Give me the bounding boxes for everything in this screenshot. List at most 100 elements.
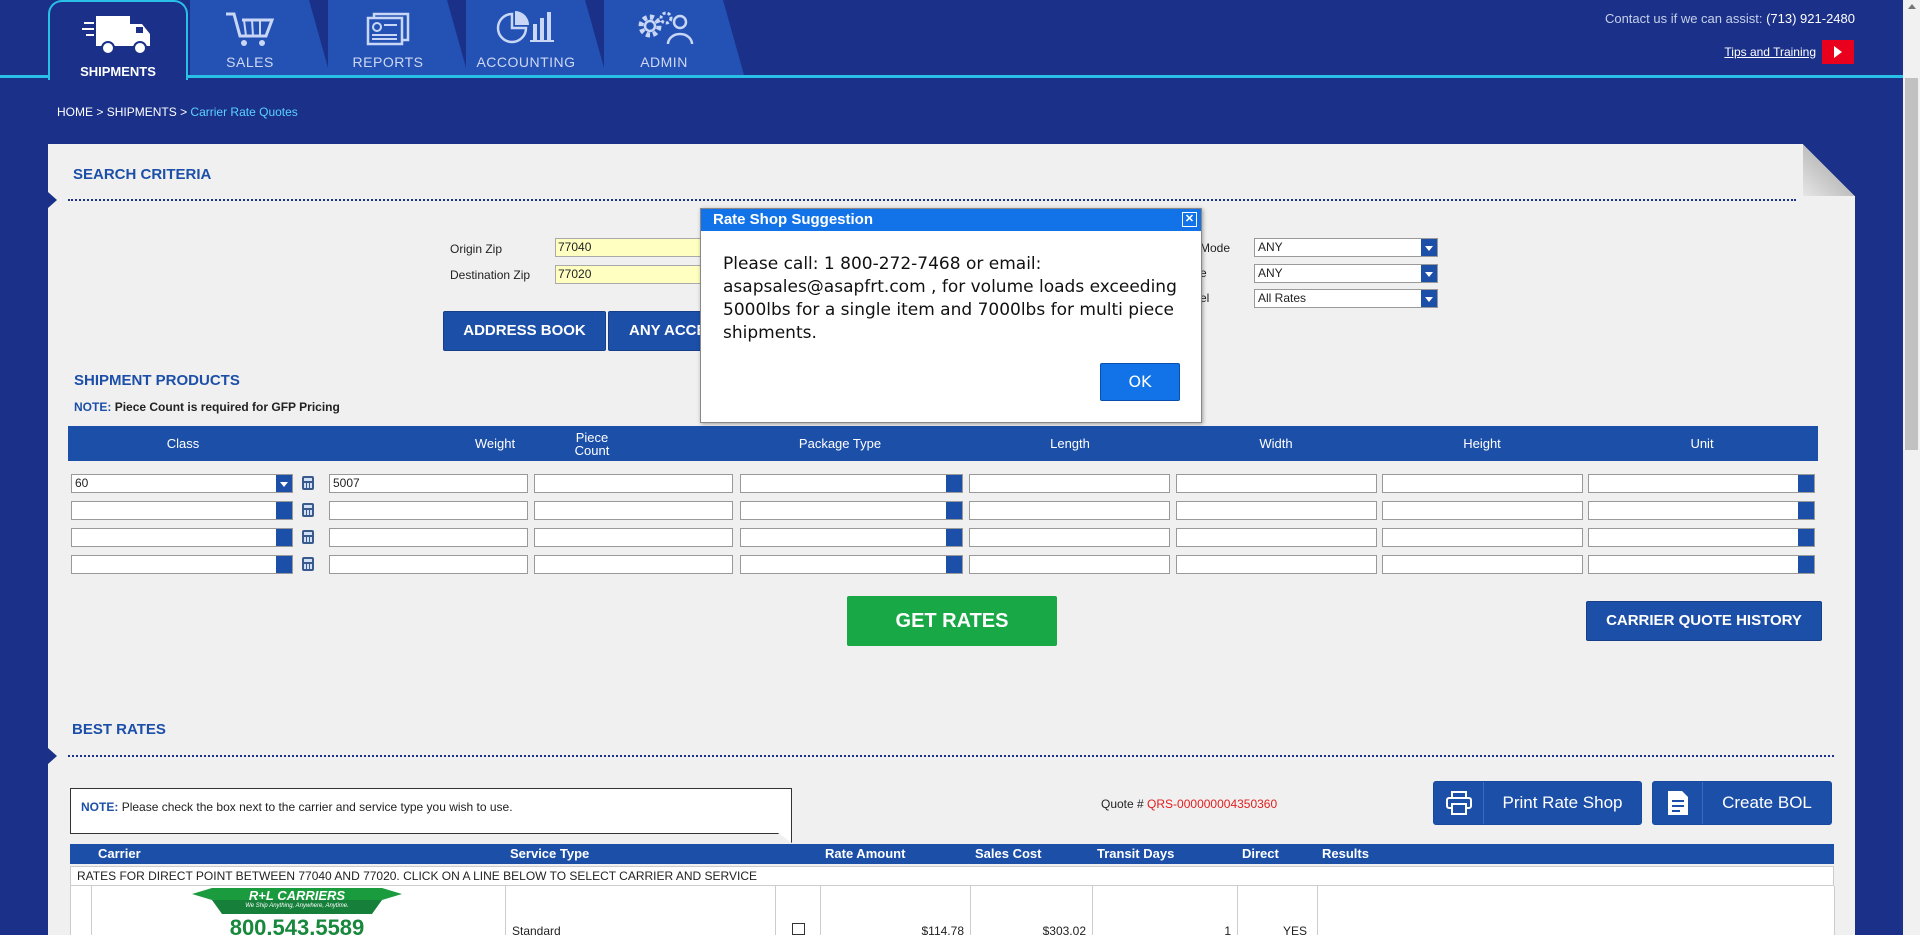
carrier-quote-history-button[interactable]: CARRIER QUOTE HISTORY — [1586, 601, 1822, 641]
unit-select[interactable] — [1588, 501, 1815, 520]
origin-zip-input[interactable]: 77040 — [555, 238, 705, 257]
dialog-title: Rate Shop Suggestion — [713, 211, 874, 228]
calculator-icon[interactable] — [302, 503, 314, 517]
calculator-icon[interactable] — [302, 476, 314, 490]
type-select[interactable]: ANY — [1254, 264, 1438, 283]
rate-cell: $114.78 — [820, 886, 970, 935]
scroll-up-icon[interactable] — [1908, 4, 1916, 9]
chevron-down-icon[interactable] — [1421, 239, 1437, 256]
note-label: NOTE: — [74, 400, 112, 414]
height-input[interactable] — [1382, 501, 1583, 520]
ok-button[interactable]: OK — [1100, 363, 1180, 401]
chevron-down-icon[interactable] — [276, 556, 292, 573]
get-rates-button[interactable]: GET RATES — [847, 596, 1057, 646]
col-transit-days: Transit Days — [1097, 846, 1175, 861]
create-bol-button[interactable]: Create BOL — [1652, 781, 1832, 825]
play-icon[interactable] — [1822, 40, 1854, 64]
col-piece: Piece — [575, 429, 609, 445]
breadcrumb-shipments[interactable]: SHIPMENTS — [107, 105, 177, 119]
tab-label: SALES — [226, 54, 274, 70]
width-input[interactable] — [1176, 501, 1377, 520]
unit-select[interactable] — [1588, 528, 1815, 547]
chevron-down-icon[interactable] — [276, 502, 292, 519]
tab-sales[interactable]: SALES — [190, 0, 330, 75]
table-row[interactable]: R+L CARRIERS We Ship Anything, Anywhere,… — [70, 886, 1835, 935]
class-select[interactable]: 60 — [71, 474, 293, 493]
note-label: NOTE: — [81, 800, 119, 814]
address-book-button[interactable]: ADDRESS BOOK — [443, 311, 606, 351]
chevron-down-icon[interactable] — [1421, 290, 1437, 307]
chevron-down-icon[interactable] — [1798, 529, 1814, 546]
width-input[interactable] — [1176, 528, 1377, 547]
piece-count-input[interactable] — [534, 555, 733, 574]
page-scrollbar[interactable] — [1903, 0, 1920, 935]
breadcrumb-current: Carrier Rate Quotes — [190, 105, 298, 119]
weight-input[interactable] — [329, 528, 528, 547]
weight-input[interactable] — [329, 501, 528, 520]
piece-count-input[interactable] — [534, 501, 733, 520]
chevron-down-icon[interactable] — [946, 475, 962, 492]
dialog-message: Please call: 1 800-272-7468 or email: as… — [723, 254, 1177, 343]
tips-training[interactable]: Tips and Training — [1724, 40, 1854, 64]
tab-accounting[interactable]: ACCOUNTING — [466, 0, 606, 75]
tips-link[interactable]: Tips and Training — [1724, 45, 1816, 59]
tab-shipments[interactable]: SHIPMENTS — [48, 0, 188, 80]
close-icon[interactable]: ✕ — [1182, 212, 1197, 227]
chevron-down-icon[interactable] — [276, 475, 292, 492]
mode-select[interactable]: ANY — [1254, 238, 1438, 257]
chevron-down-icon[interactable] — [946, 556, 962, 573]
package-type-select[interactable] — [740, 501, 963, 520]
tab-label: ADMIN — [640, 54, 688, 70]
chevron-down-icon[interactable] — [1421, 265, 1437, 282]
destination-zip-input[interactable]: 77020 — [555, 265, 705, 284]
height-input[interactable] — [1382, 474, 1583, 493]
tab-reports[interactable]: REPORTS — [328, 0, 468, 75]
breadcrumb-home[interactable]: HOME — [57, 105, 93, 119]
print-rate-shop-button[interactable]: Print Rate Shop — [1433, 781, 1642, 825]
level-select[interactable]: All Rates — [1254, 289, 1438, 308]
length-input[interactable] — [969, 555, 1170, 574]
width-input[interactable] — [1176, 555, 1377, 574]
weight-input[interactable]: 5007 — [329, 474, 528, 493]
select-cell — [775, 886, 820, 935]
unit-select[interactable] — [1588, 474, 1815, 493]
package-type-select[interactable] — [740, 528, 963, 547]
width-input[interactable] — [1176, 474, 1377, 493]
search-criteria-title: SEARCH CRITERIA — [73, 166, 212, 183]
chevron-down-icon[interactable] — [1798, 556, 1814, 573]
best-rates-note: NOTE: Please check the box next to the c… — [70, 788, 792, 843]
chevron-down-icon[interactable] — [1798, 475, 1814, 492]
unit-select[interactable] — [1588, 555, 1815, 574]
height-input[interactable] — [1382, 528, 1583, 547]
calculator-icon[interactable] — [302, 530, 314, 544]
type-value: ANY — [1258, 266, 1283, 280]
length-input[interactable] — [969, 474, 1170, 493]
class-select[interactable] — [71, 501, 293, 520]
chevron-down-icon[interactable] — [946, 529, 962, 546]
tab-admin[interactable]: ADMIN — [604, 0, 744, 75]
col-unit: Unit — [1690, 436, 1714, 451]
chevron-down-icon[interactable] — [946, 502, 962, 519]
select-checkbox[interactable] — [792, 923, 805, 935]
mode-label: Mode — [1200, 241, 1231, 255]
package-type-select[interactable] — [740, 555, 963, 574]
quote-number: Quote # QRS-000000004350360 — [1101, 797, 1277, 811]
any-accessorial-button[interactable]: ANY ACCE — [608, 311, 708, 351]
class-select[interactable] — [71, 528, 293, 547]
piece-count-input[interactable] — [534, 474, 733, 493]
document-icon — [1653, 782, 1703, 824]
admin-icon — [604, 6, 724, 50]
chevron-down-icon[interactable] — [276, 529, 292, 546]
chevron-down-icon[interactable] — [1798, 502, 1814, 519]
piece-count-input[interactable] — [534, 528, 733, 547]
weight-input[interactable] — [329, 555, 528, 574]
tab-label: ACCOUNTING — [476, 54, 576, 70]
calculator-icon[interactable] — [302, 557, 314, 571]
length-input[interactable] — [969, 528, 1170, 547]
length-input[interactable] — [969, 501, 1170, 520]
class-select[interactable] — [71, 555, 293, 574]
package-type-select[interactable] — [740, 474, 963, 493]
col-length: Length — [1050, 436, 1090, 451]
height-input[interactable] — [1382, 555, 1583, 574]
scroll-thumb[interactable] — [1905, 78, 1918, 450]
